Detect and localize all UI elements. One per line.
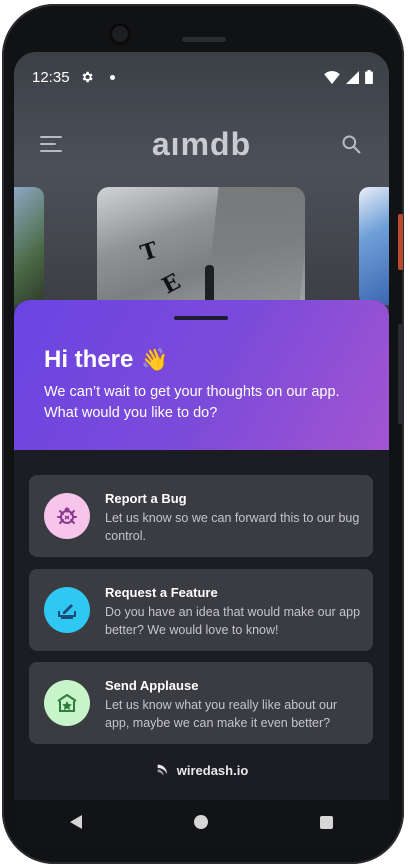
earpiece-speaker [182,37,226,42]
signal-icon [346,70,359,84]
brand-label: wiredash.io [176,762,249,778]
option-title: Report a Bug [105,491,187,506]
poster-building [205,187,305,312]
movie-poster-left[interactable] [14,187,44,305]
bug-icon [44,493,90,539]
applause-icon [44,680,90,726]
feature-request-icon [44,587,90,633]
greeting-text: Hi there [44,346,134,373]
feedback-bottom-sheet: Hi there 👋 We can’t wait to get your tho… [14,300,389,800]
send-applause-option[interactable]: Send Applause Let us know what you reall… [29,662,373,744]
status-bar: 12:35 [14,52,389,102]
home-icon[interactable] [194,815,208,829]
poster-letter: E [157,268,185,300]
greeting-title: Hi there 👋 [44,346,169,374]
app-bar: aımdb [14,124,389,168]
app-logo: aımdb [151,126,252,162]
wifi-icon [324,70,340,84]
power-button [398,214,403,270]
request-feature-option[interactable]: Request a Feature Do you have an idea th… [29,569,373,651]
option-title: Send Applause [105,678,199,693]
wiredash-brand[interactable]: wiredash.io [14,762,389,778]
option-description: Do you have an idea that would make our … [105,605,361,637]
greeting-subtitle: We can’t wait to get your thoughts on ou… [44,384,340,421]
sheet-header: Hi there 👋 We can’t wait to get your tho… [14,300,389,450]
front-camera [112,26,128,42]
gear-icon [82,71,93,83]
volume-button [398,324,403,424]
poster-letter: T [137,237,161,267]
movie-poster-right[interactable] [359,187,389,305]
wiredash-logo-icon [157,764,167,776]
hero-background: 12:35 aımdb T E [14,52,389,312]
system-nav-bar [14,800,389,844]
screen: 12:35 aımdb T E Hi there 👋 We can’t wait… [14,52,389,800]
back-icon[interactable] [70,815,82,829]
battery-icon [365,70,373,84]
movie-poster-featured[interactable]: T E [97,187,305,312]
recent-apps-icon[interactable] [320,815,333,829]
option-title: Request a Feature [105,585,218,600]
waving-hand-icon: 👋 [141,347,169,372]
option-description: Let us know what you really like about o… [105,698,338,730]
search-icon[interactable] [341,134,361,154]
status-time: 12:35 [32,68,70,86]
option-description: Let us know so we can forward this to ou… [105,511,360,543]
notification-dot-icon [109,74,115,80]
drag-handle[interactable] [174,316,228,320]
report-bug-option[interactable]: Report a Bug Let us know so we can forwa… [29,475,373,557]
